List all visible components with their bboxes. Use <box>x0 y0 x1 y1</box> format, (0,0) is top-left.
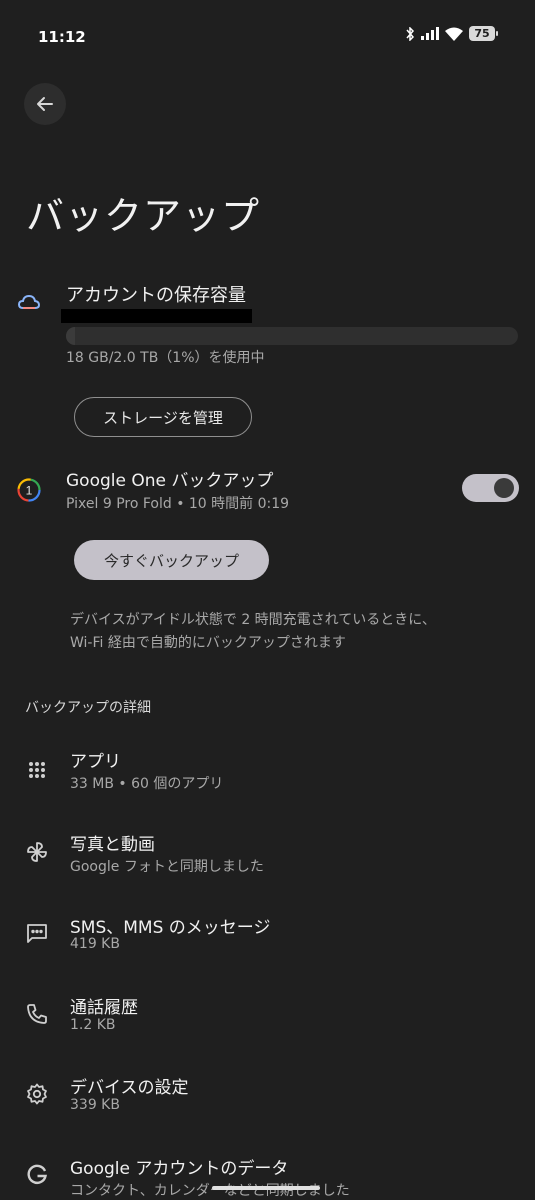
arrow-back-icon <box>37 97 53 111</box>
navigation-handle[interactable] <box>212 1186 320 1190</box>
backup-info-text: デバイスがアイドル状態で 2 時間充電されているときに、 Wi-Fi 経由で自動… <box>70 609 510 655</box>
page-title: バックアップ <box>26 194 261 238</box>
details-item-apps-title[interactable]: アプリ <box>70 747 121 772</box>
details-item-photos-subtitle: Google フォトと同期しました <box>70 859 264 875</box>
gear-icon <box>24 1081 50 1107</box>
backup-info-line-1: デバイスがアイドル状態で 2 時間充電されているときに、 <box>70 612 436 628</box>
details-item-google-account-subtitle: コンタクト、カレンダーなどと同期しました <box>70 1183 350 1199</box>
google-one-subtitle: Pixel 9 Pro Fold • 10 時間前 0:19 <box>66 496 290 512</box>
manage-storage-button[interactable]: ストレージを管理 <box>74 397 252 437</box>
details-item-calls-subtitle: 1.2 KB <box>70 1017 116 1033</box>
storage-usage: 18 GB/2.0 TB（1%）を使用中 <box>66 350 265 366</box>
details-item-photos-title[interactable]: 写真と動画 <box>70 830 155 855</box>
bluetooth-icon <box>406 26 415 41</box>
details-item-google-account-title[interactable]: Google アカウントのデータ <box>70 1154 288 1179</box>
signal-icon <box>421 27 439 40</box>
pinwheel-icon <box>24 839 50 865</box>
google-one-icon: 1 <box>17 478 41 502</box>
status-icons: 75 <box>405 26 498 41</box>
google-g-icon <box>24 1162 50 1188</box>
storage-title: アカウントの保存容量 <box>66 285 246 306</box>
details-section-header: バックアップの詳細 <box>25 700 151 716</box>
apps-grid-icon <box>24 757 50 783</box>
details-item-apps-subtitle: 33 MB • 60 個のアプリ <box>70 776 224 792</box>
status-time: 11:12 <box>38 28 86 46</box>
cloud-icon <box>18 294 40 309</box>
details-item-device-settings-subtitle: 339 KB <box>70 1097 120 1113</box>
svg-text:1: 1 <box>26 484 33 498</box>
phone-icon <box>24 1001 50 1027</box>
wifi-icon <box>445 27 463 41</box>
details-item-device-settings-title[interactable]: デバイスの設定 <box>70 1073 189 1098</box>
google-one-title: Google One バックアップ <box>66 471 274 491</box>
backup-info-line-2: Wi-Fi 経由で自動的にバックアップされます <box>70 635 346 651</box>
backup-toggle[interactable] <box>462 474 519 502</box>
back-button[interactable] <box>24 83 66 125</box>
redacted-account <box>61 309 252 323</box>
details-item-sms-subtitle: 419 KB <box>70 936 120 952</box>
message-icon <box>24 920 50 946</box>
storage-progress-bar <box>66 327 518 345</box>
backup-now-button[interactable]: 今すぐバックアップ <box>74 540 269 580</box>
details-item-sms-title[interactable]: SMS、MMS のメッセージ <box>70 913 270 938</box>
details-item-calls-title[interactable]: 通話履歴 <box>70 993 138 1018</box>
storage-progress-fill <box>66 327 76 345</box>
battery-icon: 75 <box>469 26 498 41</box>
toggle-knob <box>494 478 514 498</box>
